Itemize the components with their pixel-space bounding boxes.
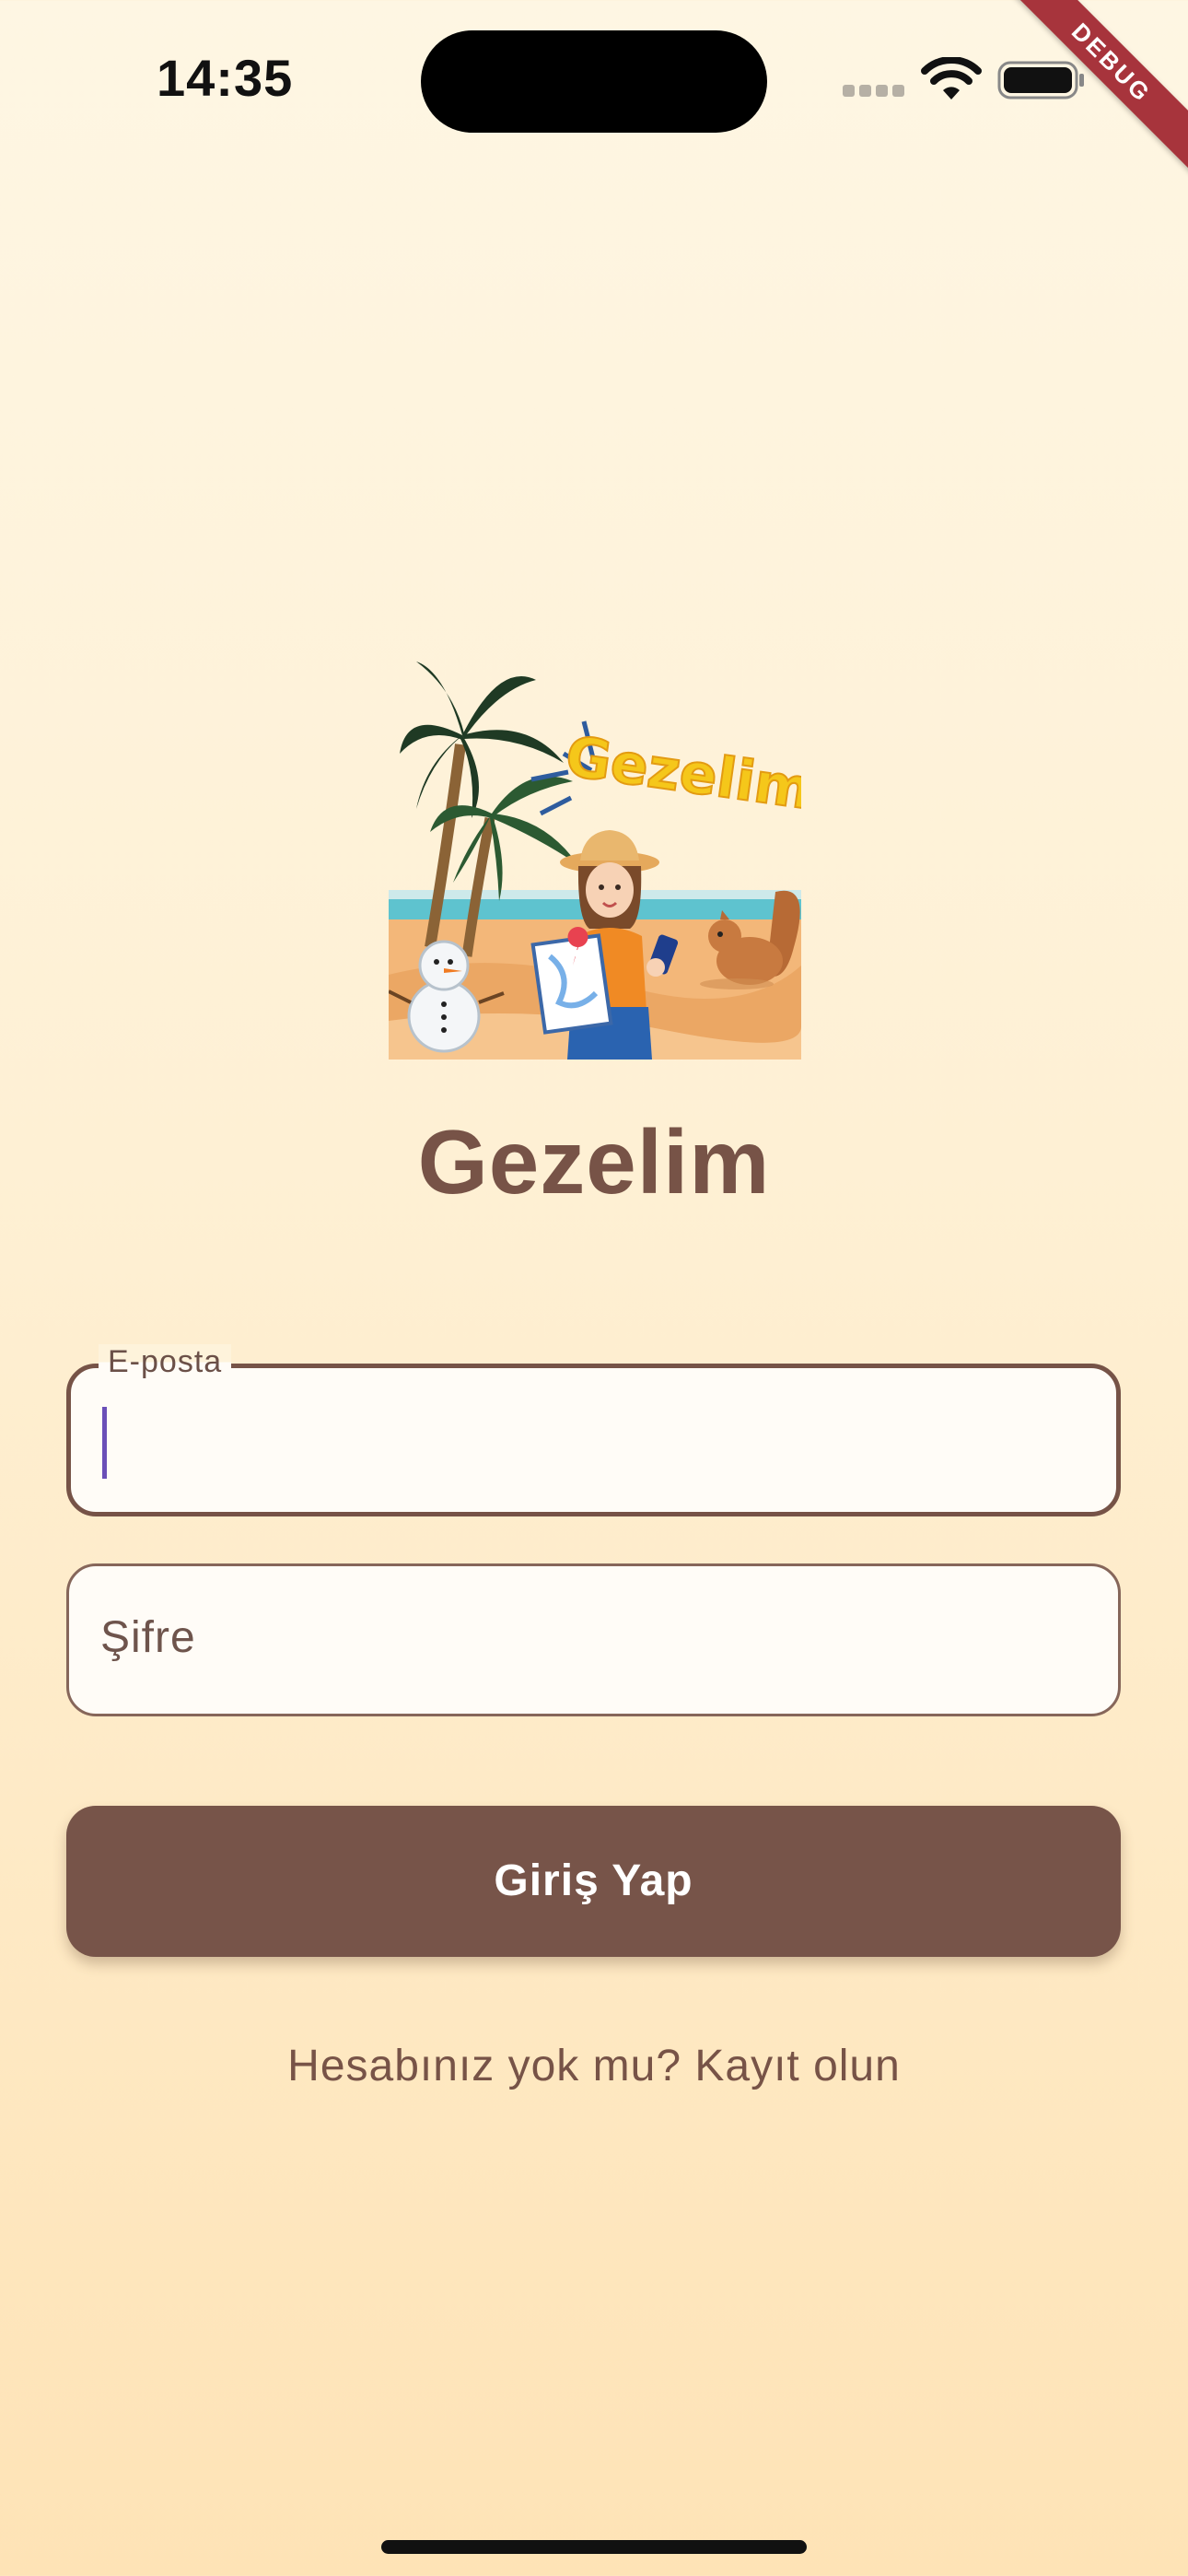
email-field[interactable]: E-posta	[66, 1344, 1121, 1516]
home-indicator[interactable]	[381, 2540, 807, 2554]
password-field[interactable]: Şifre	[66, 1563, 1121, 1716]
battery-icon	[997, 61, 1084, 100]
dynamic-island	[421, 30, 767, 133]
text-cursor	[102, 1407, 107, 1479]
cellular-signal-icon	[843, 85, 905, 100]
travel-logo-illustration: Gezelim	[389, 662, 801, 1060]
password-field-placeholder: Şifre	[100, 1613, 196, 1662]
wifi-icon	[921, 57, 982, 100]
login-button[interactable]: Giriş Yap	[66, 1806, 1121, 1957]
logo-text: Gezelim	[562, 724, 801, 823]
app-title: Gezelim	[417, 1111, 771, 1212]
email-field-label: E-posta	[99, 1344, 232, 1380]
status-bar-time: 14:35	[157, 49, 294, 107]
register-link[interactable]: Hesabınız yok mu? Kayıt olun	[0, 2041, 1188, 2091]
